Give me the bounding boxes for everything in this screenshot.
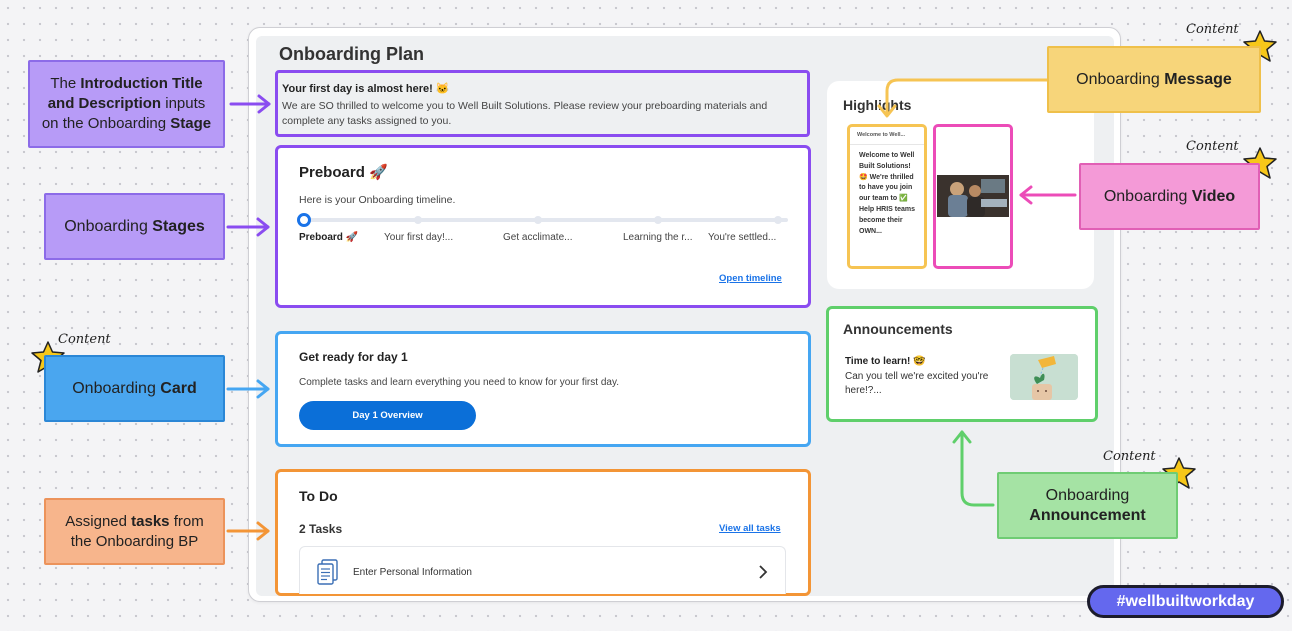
callout-card: Onboarding Card <box>44 355 225 422</box>
content-tag: Content <box>1186 139 1239 154</box>
arrow-stages <box>226 217 270 237</box>
content-tag: Content <box>1186 22 1239 37</box>
callout-message: Onboarding Message <box>1047 46 1261 113</box>
callout-card-text: Onboarding Card <box>72 379 197 397</box>
callout-video-text: Onboarding Video <box>1103 187 1236 205</box>
callout-stages-text: Onboarding Stages <box>64 217 205 235</box>
callout-tasks-text: Assigned tasks from the Onboarding BP <box>65 512 204 550</box>
arrow-tasks <box>226 521 270 541</box>
arrow-card <box>226 379 270 399</box>
callout-introduction-text: The Introduction Title and Description i… <box>41 75 212 132</box>
arrow-video <box>1019 185 1077 205</box>
callout-introduction: The Introduction Title and Description i… <box>28 60 225 148</box>
content-tag: Content <box>1103 449 1156 464</box>
callout-tasks: Assigned tasks from the Onboarding BP <box>44 498 225 565</box>
content-tag: Content <box>58 332 111 347</box>
arrow-announcement <box>952 430 995 507</box>
callout-message-text: Onboarding Message <box>1076 70 1232 88</box>
arrow-intro <box>229 94 271 114</box>
hashtag-badge: #wellbuiltworkday <box>1087 585 1284 618</box>
callout-video: Onboarding Video <box>1079 163 1260 230</box>
callout-announcement-text: Onboarding Announcement <box>1029 486 1146 524</box>
callout-announcement: Onboarding Announcement <box>997 472 1178 539</box>
arrow-message <box>877 78 1049 118</box>
callout-stages: Onboarding Stages <box>44 193 225 260</box>
